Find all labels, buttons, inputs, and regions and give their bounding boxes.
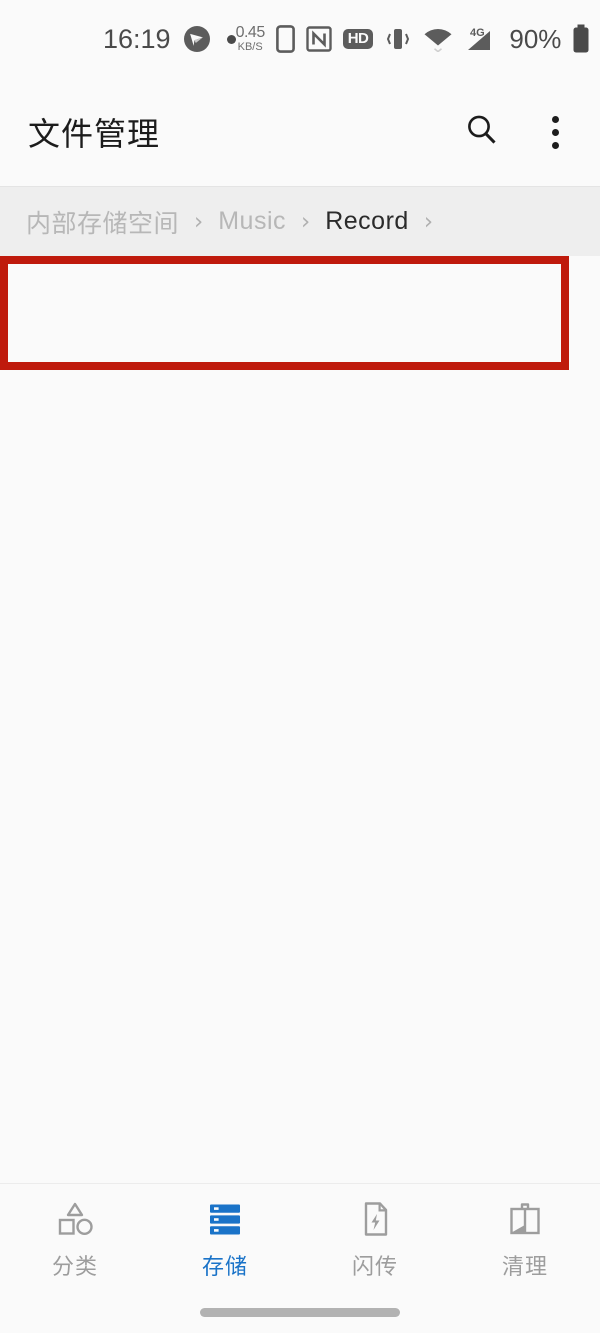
nav-label-storage: 存储	[201, 1254, 248, 1279]
signal-4g-icon: 4G	[464, 25, 496, 53]
sim-card-icon	[275, 25, 295, 53]
wifi-icon	[423, 26, 453, 52]
more-options-button[interactable]	[540, 110, 570, 154]
shapes-icon	[53, 1198, 97, 1240]
nav-item-storage[interactable]: 存储	[150, 1198, 300, 1281]
page-title: 文件管理	[28, 116, 161, 152]
vibrate-icon	[384, 26, 412, 52]
bottom-navigation: 分类 存储 闪传 清理	[0, 1183, 600, 1291]
status-clock: 16:19	[103, 23, 171, 54]
status-bar: 16:19 0.45 KB/S HD 4G 90%	[0, 0, 600, 78]
home-gesture-bar[interactable]	[200, 1307, 400, 1317]
app-bar-actions	[460, 110, 570, 154]
chevron-right-icon: ›	[301, 208, 311, 235]
nav-item-cleanup[interactable]: 清理	[450, 1198, 600, 1281]
svg-text:4G: 4G	[470, 27, 485, 39]
search-icon	[464, 112, 500, 153]
hd-volte-badge: HD	[342, 28, 374, 50]
search-button[interactable]	[460, 110, 504, 154]
gesture-area	[0, 1291, 600, 1333]
file-transfer-bolt-icon	[353, 1198, 397, 1240]
nav-label-cleanup: 清理	[501, 1254, 548, 1279]
breadcrumb-item-music[interactable]: Music	[218, 207, 286, 236]
chevron-right-icon: ›	[194, 208, 204, 235]
chevron-right-icon: ›	[423, 208, 434, 235]
nav-item-flash-transfer[interactable]: 闪传	[300, 1198, 450, 1281]
paper-plane-circle-icon	[183, 26, 210, 52]
nav-item-category[interactable]: 分类	[0, 1198, 150, 1281]
more-vertical-icon	[551, 128, 559, 136]
phone-screen: 16:19 0.45 KB/S HD 4G 90% 文件管理 内部存储空间 › …	[0, 0, 600, 1333]
highlight-annotation	[0, 256, 569, 370]
network-speed-unit: KB/S	[237, 41, 263, 53]
network-speed-indicator: 0.45 KB/S	[235, 24, 266, 53]
breadcrumb-item-root[interactable]: 内部存储空间	[26, 204, 179, 240]
nfc-icon	[306, 26, 332, 52]
breadcrumb: 内部存储空间 › Music › Record ›	[0, 186, 600, 256]
broom-clean-icon	[503, 1198, 547, 1240]
nav-label-category: 分类	[51, 1254, 98, 1279]
more-vertical-icon	[551, 115, 559, 123]
nav-label-flash-transfer: 闪传	[351, 1254, 398, 1279]
battery-icon	[572, 24, 590, 54]
file-list: SoundRecord 0 项 2021.07.06	[0, 256, 600, 1183]
battery-percent-label: 90%	[509, 24, 562, 54]
app-bar: 文件管理	[0, 78, 600, 186]
status-bar-right: 0.45 KB/S HD 4G 90%	[236, 24, 591, 54]
network-speed-value: 0.45	[235, 24, 266, 41]
more-vertical-icon	[551, 141, 559, 149]
status-bar-left: 16:19	[103, 23, 236, 54]
breadcrumb-item-record[interactable]: Record	[325, 207, 409, 236]
dot-indicator	[226, 34, 236, 44]
storage-stack-icon	[203, 1198, 247, 1240]
